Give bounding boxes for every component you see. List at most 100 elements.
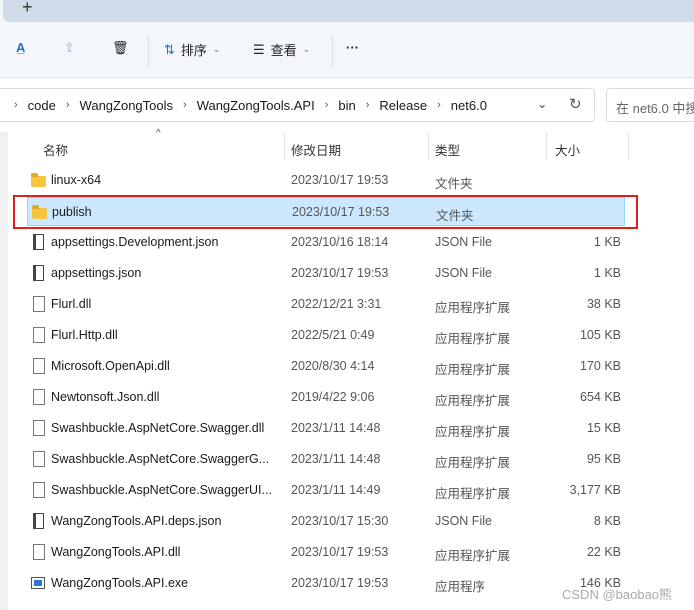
file-row[interactable]: Swashbuckle.AspNetCore.SwaggerUI... 2023… xyxy=(27,476,625,505)
breadcrumb-item[interactable]: WangZongTools.API xyxy=(197,98,315,113)
file-size: 8 KB xyxy=(593,514,621,528)
file-name: Flurl.Http.dll xyxy=(51,328,118,342)
breadcrumb-separator-icon[interactable]: › xyxy=(66,99,70,111)
breadcrumb-item[interactable]: Release xyxy=(379,98,427,113)
file-icon xyxy=(33,296,45,312)
sort-icon: ⇅ xyxy=(164,41,175,57)
new-tab-button[interactable]: + xyxy=(22,0,33,18)
share-icon[interactable]: ⇪ xyxy=(64,40,75,56)
breadcrumb-item[interactable]: net6.0 xyxy=(451,98,487,113)
file-size: 105 KB xyxy=(579,328,621,342)
file-date: 2023/10/17 19:53 xyxy=(291,576,389,590)
file-size: 654 KB xyxy=(579,390,621,404)
file-row[interactable]: WangZongTools.API.deps.json 2023/10/17 1… xyxy=(27,507,625,536)
file-name: Swashbuckle.AspNetCore.SwaggerG... xyxy=(51,452,270,466)
file-date: 2023/1/11 14:48 xyxy=(291,421,381,435)
file-date: 2023/10/17 15:30 xyxy=(291,514,389,528)
file-date: 2023/10/17 19:53 xyxy=(291,173,389,187)
column-header-date[interactable]: 修改日期 xyxy=(291,132,341,160)
file-icon xyxy=(33,451,45,467)
view-label: 查看 xyxy=(270,43,297,58)
tab-bar: + xyxy=(0,0,694,23)
file-type: 应用程序扩展 xyxy=(435,394,511,408)
json-icon xyxy=(33,234,44,250)
file-row[interactable]: Microsoft.OpenApi.dll 2020/8/30 4:14 应用程… xyxy=(27,352,625,381)
file-row[interactable]: Flurl.Http.dll 2022/5/21 0:49 应用程序扩展 105… xyxy=(27,321,625,350)
column-header-name[interactable]: 名称 xyxy=(43,132,68,160)
chevron-down-icon: ⌄ xyxy=(302,44,311,54)
folder-icon xyxy=(31,173,46,187)
file-name: appsettings.Development.json xyxy=(51,235,219,249)
file-icon xyxy=(33,358,45,374)
file-type: 应用程序扩展 xyxy=(435,301,511,315)
file-date: 2023/10/17 19:53 xyxy=(291,545,389,559)
file-name: Swashbuckle.AspNetCore.SwaggerUI... xyxy=(51,483,272,497)
breadcrumb-item[interactable]: WangZongTools xyxy=(80,98,173,113)
file-date: 2022/5/21 0:49 xyxy=(291,328,375,342)
file-type: 应用程序扩展 xyxy=(435,425,511,439)
file-name: Swashbuckle.AspNetCore.Swagger.dll xyxy=(51,421,265,435)
file-type: JSON File xyxy=(435,266,492,280)
file-row[interactable]: Flurl.dll 2022/12/21 3:31 应用程序扩展 38 KB xyxy=(27,290,625,319)
file-type: 应用程序扩展 xyxy=(435,363,511,377)
view-button[interactable]: ☰ 查看 ⌄ xyxy=(253,40,310,59)
file-name: WangZongTools.API.deps.json xyxy=(51,514,222,528)
file-row[interactable]: WangZongTools.API.dll 2023/10/17 19:53 应… xyxy=(27,538,625,567)
file-type: JSON File xyxy=(435,514,492,528)
file-type: 文件夹 xyxy=(435,177,473,191)
file-size: 22 KB xyxy=(586,545,621,559)
column-header-size[interactable]: 大小 xyxy=(555,132,580,160)
highlight-annotation xyxy=(13,195,638,229)
breadcrumb-item[interactable]: code xyxy=(28,98,56,113)
file-size: 38 KB xyxy=(586,297,621,311)
file-row[interactable]: appsettings.json 2023/10/17 19:53 JSON F… xyxy=(27,259,625,288)
search-input[interactable]: 在 net6.0 中搜 xyxy=(606,88,694,122)
sort-button[interactable]: ⇅ 排序 ⌄ xyxy=(164,40,220,59)
file-icon xyxy=(33,327,45,343)
file-name: WangZongTools.API.dll xyxy=(51,545,181,559)
exe-icon xyxy=(31,577,45,589)
breadcrumb-separator-icon[interactable]: › xyxy=(14,99,18,111)
file-row[interactable]: linux-x64 2023/10/17 19:53 文件夹 xyxy=(27,166,625,195)
address-bar[interactable]: › code › WangZongTools › WangZongTools.API › bi… xyxy=(0,88,595,122)
chevron-down-icon: ⌄ xyxy=(212,44,221,54)
json-icon xyxy=(33,513,44,529)
file-name: Newtonsoft.Json.dll xyxy=(51,390,160,404)
breadcrumb-separator-icon[interactable]: › xyxy=(183,99,187,111)
file-size: 3,177 KB xyxy=(569,483,621,497)
file-icon xyxy=(33,544,45,560)
history-dropdown-icon[interactable]: ⌄ xyxy=(537,96,547,111)
file-size: 1 KB xyxy=(593,266,621,280)
file-row[interactable]: Swashbuckle.AspNetCore.SwaggerG... 2023/… xyxy=(27,445,625,474)
refresh-icon[interactable]: ↻ xyxy=(569,95,582,113)
nav-pane-scrollbar[interactable] xyxy=(0,132,8,610)
breadcrumb-item[interactable]: bin xyxy=(338,98,355,113)
file-type: 应用程序 xyxy=(435,580,486,594)
file-size: 1 KB xyxy=(593,235,621,249)
json-icon xyxy=(33,265,44,281)
file-date: 2020/8/30 4:14 xyxy=(291,359,375,373)
file-row[interactable]: Newtonsoft.Json.dll 2019/4/22 9:06 应用程序扩… xyxy=(27,383,625,412)
file-date: 2023/10/17 19:53 xyxy=(291,266,389,280)
rename-icon[interactable]: A̲ xyxy=(16,40,25,55)
file-type: 应用程序扩展 xyxy=(435,456,511,470)
file-size: 95 KB xyxy=(586,452,621,466)
file-icon xyxy=(33,420,45,436)
file-name: Flurl.dll xyxy=(51,297,92,311)
file-date: 2019/4/22 9:06 xyxy=(291,390,375,404)
breadcrumb-separator-icon[interactable]: › xyxy=(437,99,441,111)
column-header-type[interactable]: 类型 xyxy=(435,132,460,160)
file-row[interactable]: WangZongTools.API.exe 2023/10/17 19:53 应… xyxy=(27,569,625,598)
file-date: 2023/1/11 14:48 xyxy=(291,452,381,466)
file-row[interactable]: Swashbuckle.AspNetCore.Swagger.dll 2023/… xyxy=(27,414,625,443)
file-date: 2022/12/21 3:31 xyxy=(291,297,382,311)
breadcrumb-separator-icon[interactable]: › xyxy=(366,99,370,111)
delete-icon[interactable]: 🗑 xyxy=(112,40,129,56)
file-row[interactable]: appsettings.Development.json 2023/10/16 … xyxy=(27,228,625,257)
sort-label: 排序 xyxy=(180,43,207,58)
file-type: 应用程序扩展 xyxy=(435,332,511,346)
more-button[interactable]: ··· xyxy=(346,40,359,55)
watermark: CSDN @baobao熊 xyxy=(562,587,673,602)
file-icon xyxy=(33,482,45,498)
breadcrumb-separator-icon[interactable]: › xyxy=(325,99,329,111)
